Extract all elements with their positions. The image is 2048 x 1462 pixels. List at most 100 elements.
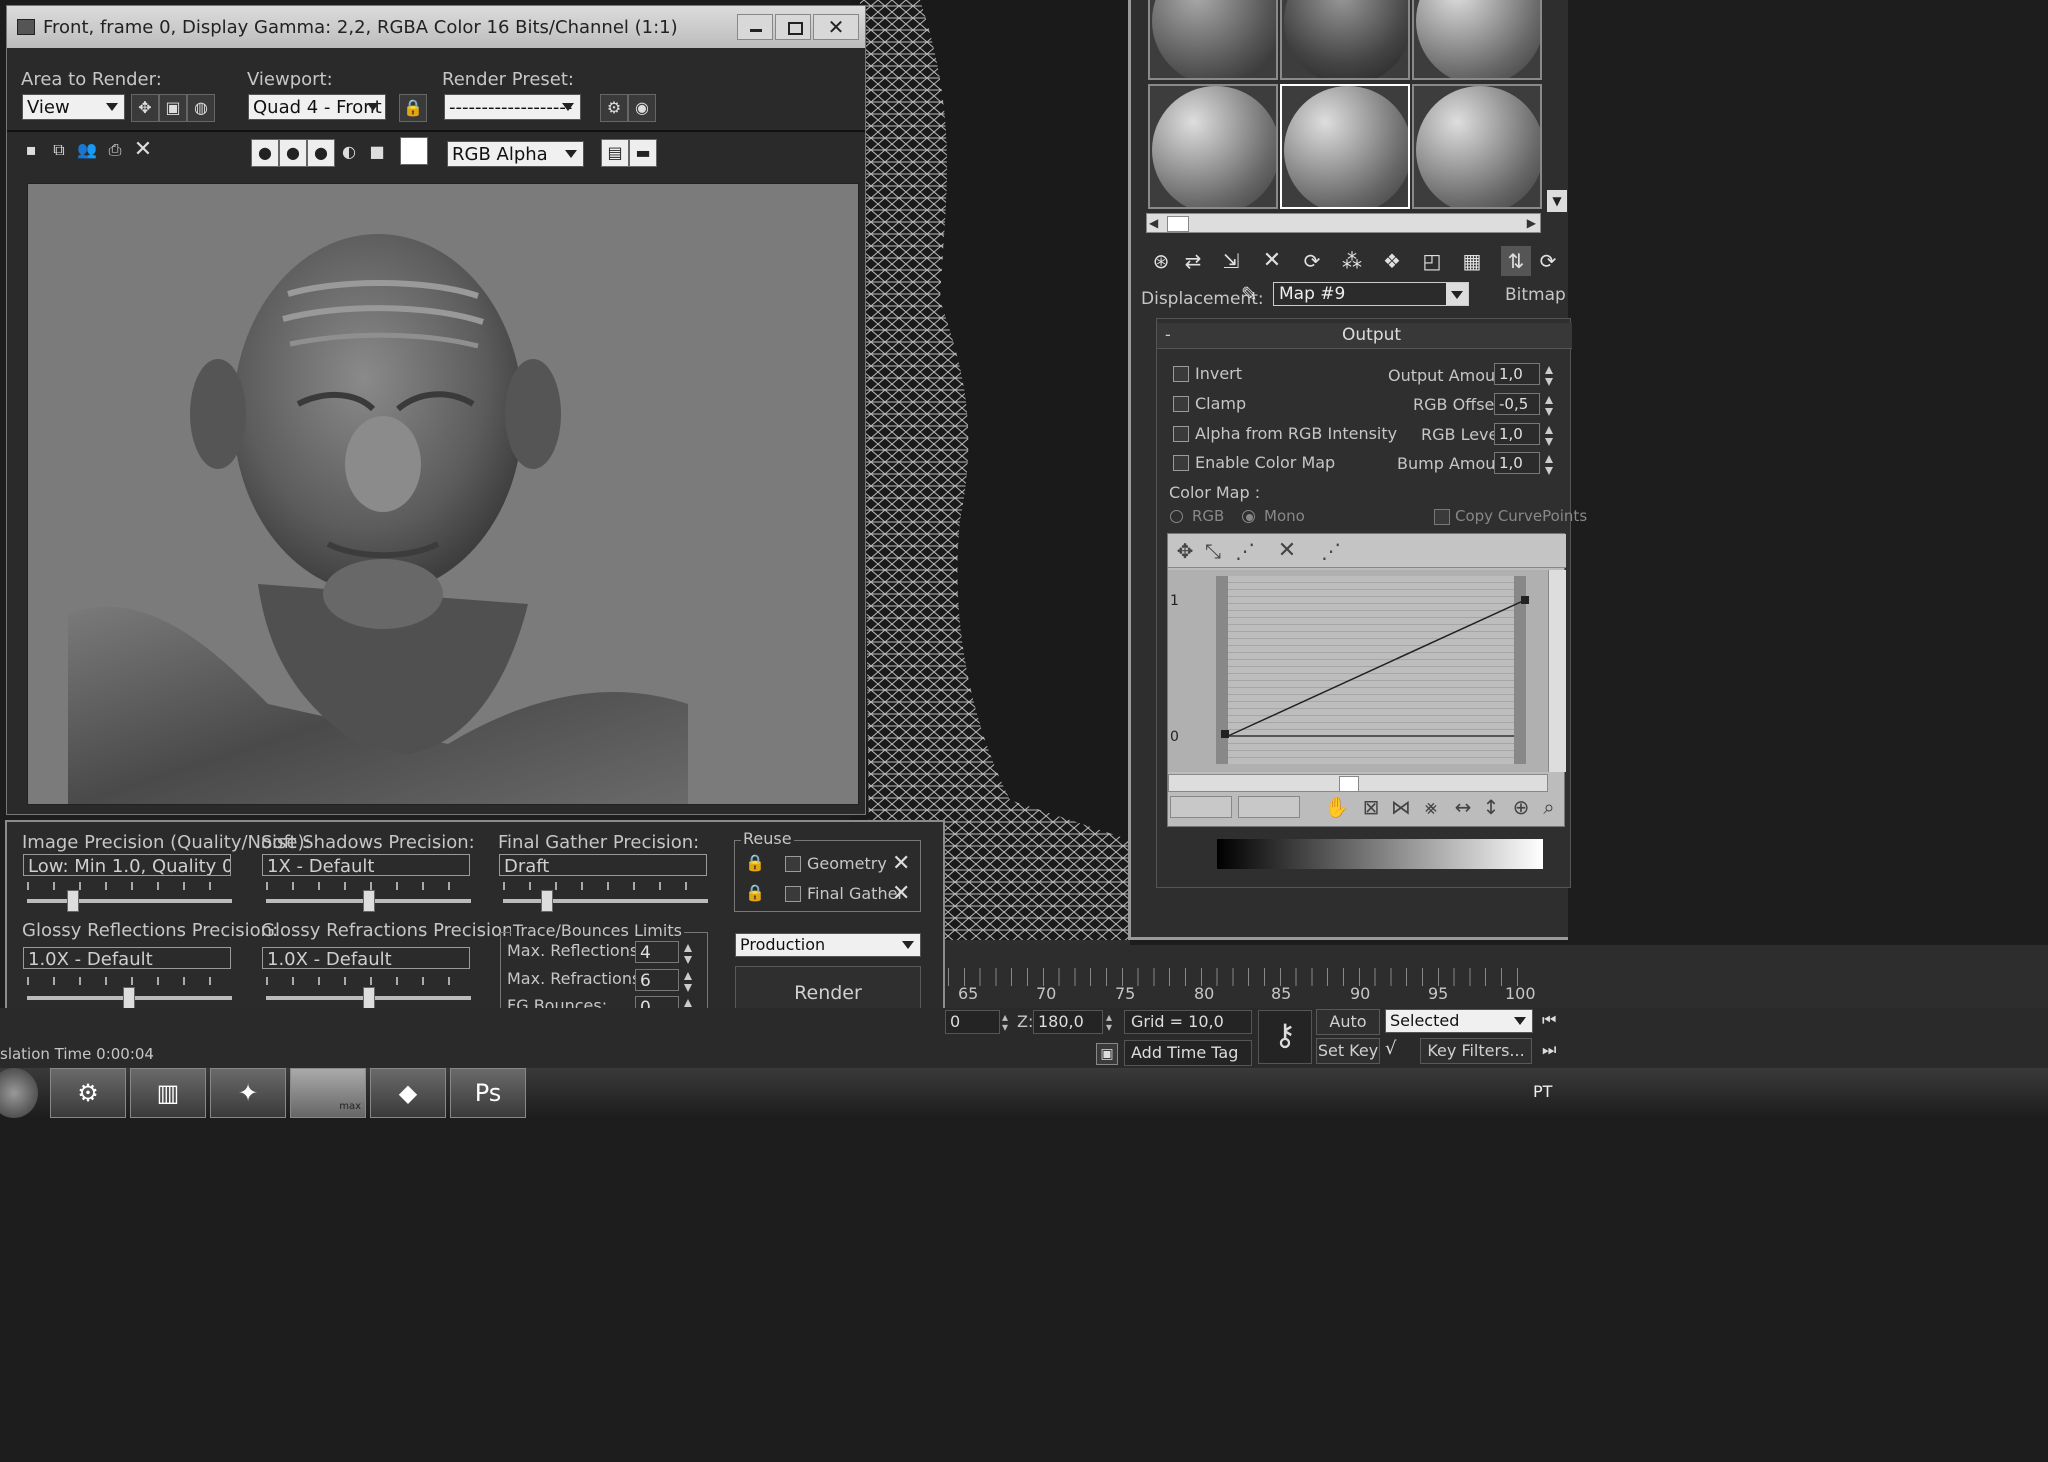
environment-icon[interactable]: ◉: [628, 94, 656, 122]
zoom-v-icon[interactable]: ↕: [1476, 792, 1506, 822]
image-precision-field[interactable]: Low: Min 1.0, Quality 0.25: [23, 854, 231, 876]
zoom-vertical-icon[interactable]: ⨳: [1416, 792, 1446, 822]
glossy-refractions-field[interactable]: 1.0X - Default: [262, 947, 470, 969]
curve-y-field[interactable]: [1238, 796, 1300, 818]
final-gather-track[interactable]: [503, 899, 708, 903]
go-to-parent-icon[interactable]: ⇅: [1501, 246, 1531, 276]
mono-radio[interactable]: [1242, 510, 1255, 523]
slots-horizontal-scrollbar[interactable]: ◀ ▶: [1146, 213, 1541, 233]
render-region-icon[interactable]: ◍: [187, 94, 215, 122]
key-curve-icon[interactable]: √: [1385, 1038, 1415, 1064]
render-preset-dropdown[interactable]: -------------------: [444, 94, 581, 120]
bump-amount-spinner[interactable]: 1,0: [1494, 452, 1540, 474]
soft-shadows-field[interactable]: 1X - Default: [262, 854, 470, 876]
set-key-button[interactable]: Set Key: [1316, 1038, 1380, 1064]
move-point-icon[interactable]: ✥: [1170, 536, 1200, 566]
clear-image-icon[interactable]: ✕: [129, 137, 157, 165]
geometry-checkbox[interactable]: [785, 856, 801, 872]
get-material-icon[interactable]: ⊛: [1146, 246, 1176, 276]
production-dropdown[interactable]: Production: [735, 933, 921, 957]
soft-shadows-slider[interactable]: [363, 890, 375, 912]
output-rollout-header[interactable]: - Output: [1157, 323, 1572, 349]
material-slot-4[interactable]: [1148, 84, 1278, 209]
x-spinner-icon[interactable]: ▴ ▾: [1002, 1011, 1008, 1033]
save-image-icon[interactable]: ▪: [17, 137, 45, 165]
selection-set-dropdown[interactable]: Selected: [1385, 1009, 1533, 1033]
zoom-h-icon[interactable]: ↔: [1448, 792, 1478, 822]
rgb-level-spinner[interactable]: 1,0: [1494, 423, 1540, 445]
area-to-render-dropdown[interactable]: View: [22, 94, 125, 120]
copy-image-icon[interactable]: ⧉: [45, 137, 73, 165]
z-coordinate-field[interactable]: 180,0: [1033, 1010, 1103, 1034]
alpha-channel-icon[interactable]: ◐: [335, 139, 363, 167]
taskbar-dota-icon[interactable]: ◆: [370, 1068, 446, 1118]
clear-final-gather-icon[interactable]: ✕: [892, 881, 910, 906]
time-tag-icon[interactable]: ▣: [1096, 1043, 1118, 1065]
map-name-dropdown[interactable]: Map #9: [1273, 282, 1469, 306]
glossy-reflections-field[interactable]: 1.0X - Default: [23, 947, 231, 969]
go-forward-icon[interactable]: ⟳: [1533, 246, 1563, 276]
put-library-icon[interactable]: ⁂: [1337, 246, 1367, 276]
invert-checkbox[interactable]: [1173, 366, 1189, 382]
reset-curve-icon[interactable]: ⋰: [1316, 536, 1346, 566]
curve-vertical-scrollbar[interactable]: [1548, 570, 1566, 772]
glossy-refractions-slider[interactable]: [363, 987, 375, 1009]
taskbar-3dsmax-icon[interactable]: max: [290, 1068, 366, 1118]
auto-key-button[interactable]: Auto Key: [1316, 1009, 1380, 1055]
reset-map-icon[interactable]: ✕: [1257, 246, 1287, 276]
output-amount-spinner[interactable]: 1,0: [1494, 363, 1540, 385]
viewport-dropdown[interactable]: Quad 4 - Front: [248, 94, 386, 120]
material-id-icon[interactable]: ❖: [1377, 246, 1407, 276]
curve-horizontal-scrollbar[interactable]: [1168, 774, 1548, 792]
clear-geometry-icon[interactable]: ✕: [892, 851, 910, 876]
language-indicator[interactable]: PT: [1533, 1082, 1552, 1101]
final-gather-reuse-checkbox[interactable]: [785, 886, 801, 902]
monochrome-icon[interactable]: ■: [363, 139, 391, 167]
toggle-ui-overlay-icon[interactable]: ▤: [601, 139, 629, 167]
eyedropper-icon[interactable]: ✎: [1241, 282, 1258, 306]
copy-curve-points-checkbox[interactable]: [1434, 509, 1450, 525]
bitmap-type-button[interactable]: Bitmap: [1505, 285, 1566, 305]
set-key-mode-icon[interactable]: ⚷: [1258, 1010, 1312, 1064]
rgb-radio[interactable]: [1170, 510, 1183, 523]
curve-x-field[interactable]: [1170, 796, 1232, 818]
image-precision-track[interactable]: [27, 899, 232, 903]
taskbar-archive-icon[interactable]: ▥: [130, 1068, 206, 1118]
slots-scroll-down-icon[interactable]: ▼: [1547, 190, 1567, 212]
delete-point-icon[interactable]: ✕: [1272, 536, 1302, 566]
go-to-start-icon[interactable]: ⏮: [1542, 1010, 1568, 1034]
red-channel-icon[interactable]: ●: [251, 139, 279, 167]
channel-dropdown[interactable]: RGB Alpha: [447, 141, 584, 167]
material-slot-1[interactable]: [1148, 0, 1278, 80]
toggle-ui-icon[interactable]: ▬: [629, 139, 657, 167]
blue-channel-icon[interactable]: ●: [307, 139, 335, 167]
show-map-icon[interactable]: ◰: [1417, 246, 1447, 276]
previous-frame-icon[interactable]: ⏭: [1542, 1040, 1568, 1064]
material-slot-5-selected[interactable]: [1280, 84, 1410, 209]
make-unique-icon[interactable]: ⟳: [1297, 246, 1327, 276]
add-time-tag-field[interactable]: Add Time Tag: [1124, 1040, 1252, 1066]
auto-region-icon[interactable]: ▣: [159, 94, 187, 122]
print-image-icon[interactable]: ⎙: [101, 137, 129, 165]
max-refractions-spinner[interactable]: 6: [635, 969, 679, 991]
clone-window-icon[interactable]: 👥: [73, 137, 101, 165]
put-to-scene-icon[interactable]: ⇄: [1178, 246, 1208, 276]
final-gather-slider[interactable]: [541, 890, 553, 912]
material-slot-3[interactable]: [1412, 0, 1542, 80]
zoom-extents-icon[interactable]: ⊠: [1356, 792, 1386, 822]
minimize-button[interactable]: [737, 14, 773, 40]
show-background-icon[interactable]: ▦: [1457, 246, 1487, 276]
maximize-button[interactable]: [775, 14, 811, 40]
scale-point-icon[interactable]: ⤡: [1198, 536, 1228, 566]
rgb-offset-spinner[interactable]: -0,5: [1494, 393, 1540, 415]
geometry-lock-icon[interactable]: 🔒: [745, 853, 765, 873]
key-filters-button[interactable]: Key Filters...: [1420, 1038, 1532, 1064]
lock-icon[interactable]: 🔒: [399, 94, 427, 122]
max-reflections-spinner[interactable]: 4: [635, 941, 679, 963]
image-precision-slider[interactable]: [67, 890, 79, 912]
color-swatch[interactable]: [400, 137, 428, 165]
taskbar-zbrush-icon[interactable]: ✦: [210, 1068, 286, 1118]
enable-color-map-checkbox[interactable]: [1173, 455, 1189, 471]
assign-material-icon[interactable]: ⇲: [1216, 246, 1246, 276]
material-slot-2[interactable]: [1280, 0, 1410, 80]
